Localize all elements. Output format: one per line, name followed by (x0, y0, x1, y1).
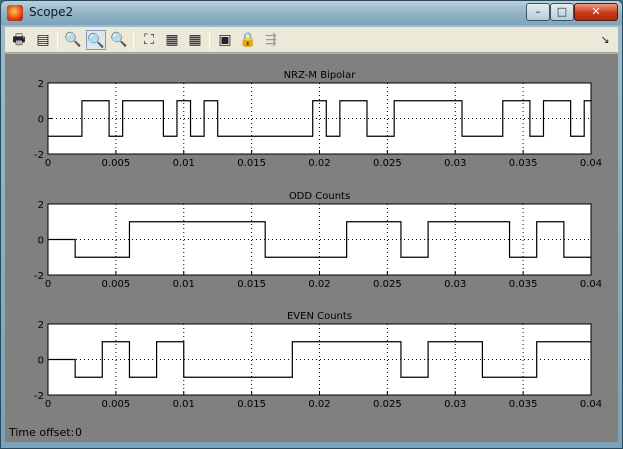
y-tick-label: 0 (38, 236, 44, 247)
x-tick-label: 0 (45, 158, 51, 169)
status-bar: Time offset: 0 (5, 423, 618, 441)
zoom-x-icon: 🔍 (87, 33, 105, 49)
parameters-button[interactable]: ▤ (33, 30, 53, 50)
x-tick-label: 0.005 (102, 399, 131, 410)
y-tick-label: 2 (38, 79, 44, 90)
restore-axes-button[interactable]: ▦ (185, 30, 205, 50)
axes-title: ODD Counts (289, 191, 350, 202)
zoom-button[interactable]: 🔍 (63, 30, 83, 50)
maximize-button[interactable]: □ (550, 3, 574, 21)
x-tick-label: 0.01 (173, 399, 195, 410)
y-tick-label: 0 (38, 115, 44, 126)
axes-title: NRZ-M Bipolar (284, 70, 357, 81)
axes-title: EVEN Counts (287, 311, 352, 322)
x-tick-label: 0.025 (373, 399, 402, 410)
signal-selection-icon: ⇶ (265, 32, 277, 48)
x-tick-label: 0.015 (237, 399, 266, 410)
x-tick-label: 0.005 (102, 158, 131, 169)
print-icon: 🖶 (12, 32, 26, 48)
x-tick-label: 0.03 (444, 399, 466, 410)
x-tick-label: 0.02 (308, 279, 330, 290)
simulink-app-icon (7, 5, 23, 21)
print-button[interactable]: 🖶 (9, 30, 29, 50)
parameters-icon: ▤ (36, 32, 50, 48)
dock-button[interactable]: ↘ (595, 30, 615, 50)
x-tick-label: 0.04 (580, 279, 602, 290)
close-button[interactable]: ✕ (574, 3, 618, 21)
x-tick-label: 0 (45, 279, 51, 290)
signal-selection-button[interactable]: ⇶ (261, 30, 281, 50)
x-tick-label: 0.035 (509, 158, 538, 169)
y-tick-label: -2 (34, 391, 44, 402)
time-offset-value: 0 (75, 426, 82, 439)
x-tick-label: 0.035 (509, 279, 538, 290)
restore-axes-icon: ▦ (188, 32, 202, 48)
minimize-button[interactable]: – (526, 3, 550, 21)
x-tick-label: 0.015 (237, 158, 266, 169)
plot-area: NRZ-M Bipolar 0 0.005 0.01 0.015 0.02 0.025 0.0… (5, 54, 618, 442)
toolbar-separator (133, 31, 134, 49)
save-axes-button[interactable]: ▦ (162, 30, 182, 50)
toolbar-separator (209, 31, 210, 49)
autoscale-icon: ⛶ (144, 32, 154, 48)
floating-scope-icon: ▣ (218, 32, 232, 48)
x-tick-label: 0.035 (509, 399, 538, 410)
lock-icon: 🔒 (239, 32, 257, 48)
autoscale-button[interactable]: ⛶ (139, 30, 159, 50)
lock-button[interactable]: 🔒 (238, 30, 258, 50)
y-tick-label: -2 (34, 150, 44, 161)
scope-plots: NRZ-M Bipolar 0 0.005 0.01 0.015 0.02 0.025 0.0… (34, 70, 602, 410)
x-tick-label: 0.04 (580, 158, 602, 169)
title-bar[interactable]: Scope2 – □ ✕ (1, 1, 622, 25)
scope-window: Scope2 – □ ✕ 🖶 ▤ 🔍 🔍 🔍 ⛶ ▦ ▦ ▣ 🔒 ⇶ ↘ NRZ… (0, 0, 623, 449)
x-tick-label: 0.025 (373, 158, 402, 169)
zoom-icon: 🔍 (64, 32, 82, 48)
toolbar-separator (57, 31, 58, 49)
y-tick-label: 2 (38, 320, 44, 331)
zoom-y-button[interactable]: 🔍 (109, 30, 129, 50)
y-tick-label: -2 (34, 271, 44, 282)
y-tick-label: 2 (38, 200, 44, 211)
dock-arrow-icon: ↘ (600, 33, 610, 46)
save-axes-icon: ▦ (165, 32, 179, 48)
x-tick-label: 0.025 (373, 279, 402, 290)
x-tick-label: 0.015 (237, 279, 266, 290)
x-tick-label: 0 (45, 399, 51, 410)
time-offset-label: Time offset: (9, 426, 75, 439)
zoom-x-button[interactable]: 🔍 (86, 30, 106, 50)
window-title: Scope2 (29, 5, 74, 19)
toolbar: 🖶 ▤ 🔍 🔍 🔍 ⛶ ▦ ▦ ▣ 🔒 ⇶ ↘ (5, 27, 618, 53)
x-tick-label: 0.01 (173, 279, 195, 290)
x-tick-label: 0.005 (102, 279, 131, 290)
x-tick-label: 0.03 (444, 279, 466, 290)
x-tick-label: 0.02 (308, 399, 330, 410)
x-tick-label: 0.01 (173, 158, 195, 169)
x-tick-label: 0.03 (444, 158, 466, 169)
zoom-y-icon: 🔍 (110, 32, 128, 48)
x-tick-label: 0.02 (308, 158, 330, 169)
floating-scope-button[interactable]: ▣ (215, 30, 235, 50)
x-tick-label: 0.04 (580, 399, 602, 410)
y-tick-label: 0 (38, 356, 44, 367)
